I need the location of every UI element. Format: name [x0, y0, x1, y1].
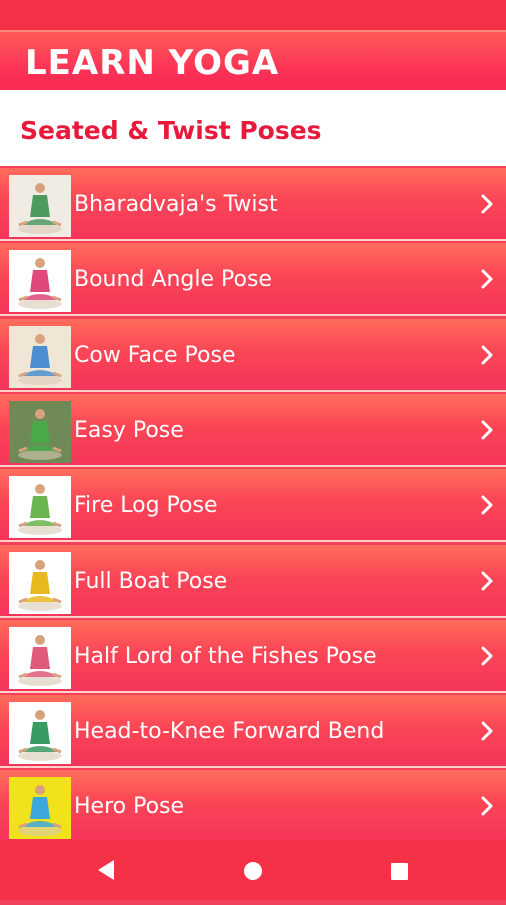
- pose-name: Full Boat Pose: [74, 568, 228, 594]
- pose-name: Easy Pose: [74, 417, 184, 443]
- home-circle-icon[interactable]: [223, 840, 283, 900]
- pose-name: Head-to-Knee Forward Bend: [74, 719, 385, 745]
- back-triangle-icon[interactable]: [76, 840, 136, 900]
- pose-name: Half Lord of the Fishes Pose: [74, 643, 377, 669]
- section-title: Seated & Twist Poses: [20, 116, 322, 145]
- pose-list-item[interactable]: Easy Pose: [0, 393, 506, 467]
- pose-list-item[interactable]: Hero Pose: [0, 770, 506, 840]
- chevron-right-icon: [478, 570, 496, 592]
- pose-name: Hero Pose: [74, 794, 185, 820]
- status-bar: [0, 0, 506, 30]
- pose-list-item[interactable]: Half Lord of the Fishes Pose: [0, 619, 506, 693]
- pose-list-item[interactable]: Bharadvaja's Twist: [0, 168, 506, 241]
- pose-thumbnail-image: [9, 400, 71, 463]
- chevron-right-icon: [478, 795, 496, 817]
- pose-list: Bharadvaja's Twist Bound Angle Pose Cow Fa…: [0, 168, 506, 840]
- section-header: Seated & Twist Poses: [0, 90, 506, 166]
- pose-thumbnail-image: [9, 551, 71, 614]
- pose-list-item[interactable]: Head-to-Knee Forward Bend: [0, 695, 506, 769]
- pose-name: Fire Log Pose: [74, 493, 218, 519]
- pose-list-item[interactable]: Cow Face Pose: [0, 318, 506, 392]
- app-title: LEARN YOGA: [25, 43, 280, 83]
- pose-thumbnail-image: [9, 476, 71, 539]
- pose-list-item[interactable]: Fire Log Pose: [0, 469, 506, 543]
- pose-thumbnail-image: [9, 777, 71, 840]
- pose-name: Bharadvaja's Twist: [74, 192, 278, 217]
- chevron-right-icon: [478, 494, 496, 516]
- chevron-right-icon: [478, 344, 496, 366]
- chevron-right-icon: [478, 193, 496, 215]
- pose-list-item[interactable]: Bound Angle Pose: [0, 243, 506, 317]
- chevron-right-icon: [478, 720, 496, 742]
- pose-thumbnail-image: [9, 250, 71, 313]
- pose-list-item[interactable]: Full Boat Pose: [0, 544, 506, 618]
- chevron-right-icon: [478, 419, 496, 441]
- pose-thumbnail-image: [9, 175, 71, 237]
- chevron-right-icon: [478, 268, 496, 290]
- chevron-right-icon: [478, 645, 496, 667]
- pose-thumbnail-image: [9, 702, 71, 765]
- pose-name: Cow Face Pose: [74, 342, 236, 368]
- pose-thumbnail-image: [9, 626, 71, 689]
- app-header: LEARN YOGA: [0, 30, 506, 90]
- pose-thumbnail-image: [9, 325, 71, 388]
- pose-name: Bound Angle Pose: [74, 267, 272, 293]
- system-nav-bar: [0, 840, 506, 900]
- recents-square-icon[interactable]: [369, 840, 429, 900]
